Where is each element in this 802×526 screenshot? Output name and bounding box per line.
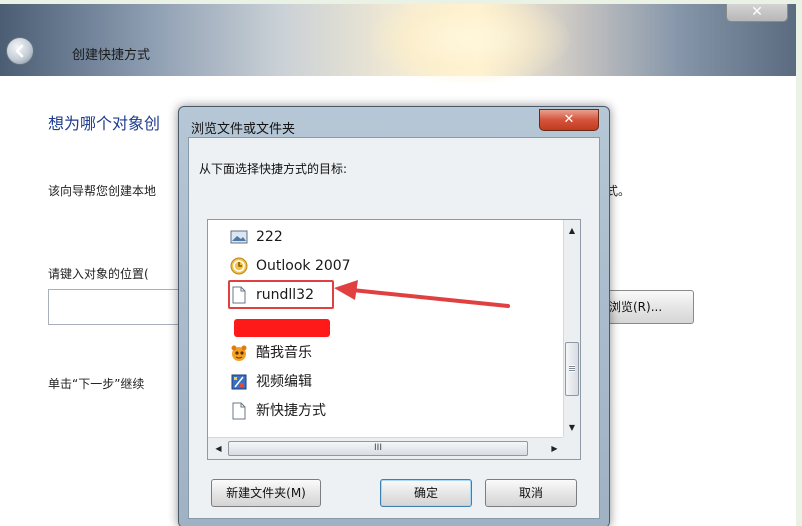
location-input[interactable] [48, 289, 198, 325]
tree-item-label: 222 [256, 229, 283, 245]
tree-item-label: 酷我音乐 [256, 345, 312, 361]
target-tree[interactable]: 222 Outlook 2007 rundll32 酷我音乐 视频编辑 新快捷方… [207, 219, 581, 460]
horizontal-scroll-thumb[interactable]: III [228, 441, 528, 456]
wizard-title: 创建快捷方式 [72, 48, 151, 63]
browse-button[interactable]: 浏览(R)... [604, 290, 694, 324]
wizard-titlebar [0, 4, 796, 84]
tree-item-label: 视频编辑 [256, 374, 312, 390]
back-arrow-icon [15, 44, 24, 58]
ok-button[interactable]: 确定 [380, 479, 472, 507]
kuwo-music-icon [230, 344, 248, 362]
tree-item[interactable]: 新快捷方式 [230, 399, 326, 423]
location-label: 请键入对象的位置( [48, 267, 149, 281]
back-button[interactable] [6, 37, 34, 65]
scroll-left-icon[interactable]: ◀ [210, 438, 227, 459]
scrollbar-corner [563, 437, 580, 459]
video-editor-icon [230, 373, 248, 391]
scroll-right-icon[interactable]: ▶ [546, 438, 563, 459]
wizard-description: 该向导帮您创建本地 [48, 184, 157, 198]
cancel-button[interactable]: 取消 [485, 479, 577, 507]
outlook-icon [230, 257, 248, 275]
horizontal-scrollbar[interactable]: ◀ III ▶ [208, 437, 565, 459]
file-icon [230, 402, 248, 420]
tree-item[interactable]: Outlook 2007 [230, 254, 351, 278]
desktop-screen: 创建快捷方式 ✕ 想为哪个对象创 该向导帮您创建本地 式。 请键入对象的位置( … [0, 4, 796, 526]
image-icon [230, 228, 248, 246]
wizard-close-button[interactable]: ✕ [726, 4, 788, 22]
tree-item[interactable]: 视频编辑 [230, 370, 312, 394]
scroll-down-icon[interactable]: ▼ [564, 419, 580, 436]
sky-glow [370, 4, 570, 84]
scroll-up-icon[interactable]: ▲ [564, 222, 580, 239]
tree-item-label: 新快捷方式 [256, 403, 326, 419]
redacted-item [234, 319, 330, 337]
new-folder-button[interactable]: 新建文件夹(M) [211, 479, 321, 507]
next-step-hint: 单击“下一步”继续 [48, 377, 145, 391]
dialog-title: 浏览文件或文件夹 [191, 122, 296, 137]
dialog-prompt: 从下面选择快捷方式的目标: [199, 162, 348, 176]
vertical-scrollbar[interactable]: ▲ ▼ [563, 220, 580, 438]
dialog-body: 从下面选择快捷方式的目标: 222 Outlook 2007 rundll32 [188, 137, 600, 519]
wizard-heading: 想为哪个对象创 [48, 114, 161, 133]
vertical-scroll-thumb[interactable] [565, 342, 579, 396]
dialog-close-button[interactable]: ✕ [539, 109, 599, 131]
tree-item[interactable]: 酷我音乐 [230, 341, 312, 365]
browse-dialog: 浏览文件或文件夹 ✕ 从下面选择快捷方式的目标: 222 Outlook 200… [178, 106, 610, 526]
highlight-box [228, 280, 334, 309]
tree-item[interactable]: 222 [230, 225, 283, 249]
tree-item-label: Outlook 2007 [256, 258, 351, 274]
